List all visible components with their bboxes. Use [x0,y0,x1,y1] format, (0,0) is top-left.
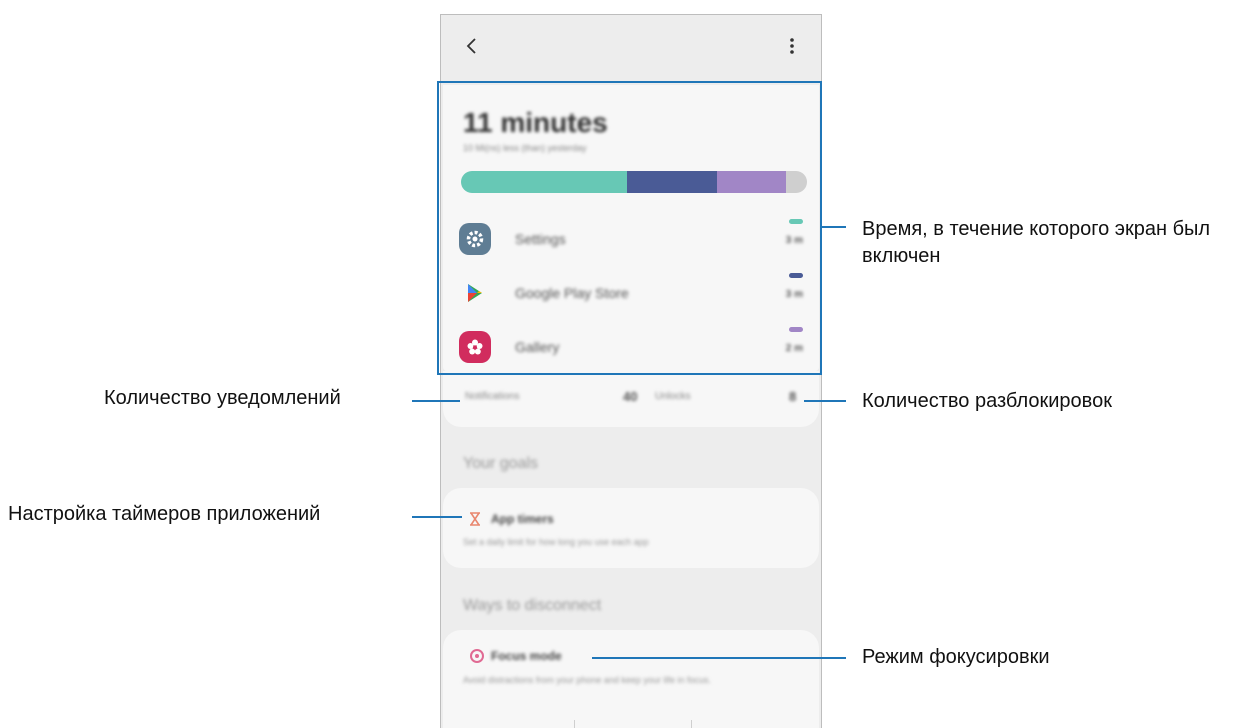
back-button[interactable] [459,33,485,59]
notifications-label: Notifications [465,391,520,402]
focus-mode-desc: Avoid distractions from your phone and k… [463,675,711,685]
goals-section-title: Your goals [463,455,539,472]
unlocks-value: 8 [789,389,797,404]
callout-line-focus-mode [592,657,846,659]
app-timers-card[interactable]: App timers Set a daily limit for how lon… [443,488,819,568]
callout-line-unlocks [804,400,846,402]
focus-mode-card[interactable]: Focus mode Avoid distractions from your … [443,630,819,728]
disconnect-section-title: Ways to disconnect [463,597,602,614]
app-timers-title: App timers [491,512,554,526]
annotation-notifications: Количество уведомлений [104,387,341,409]
focus-mode-title: Focus mode [491,649,562,663]
callout-line-notifications [412,400,460,402]
annotation-screen-time: Время, в течение которого экран был вклю… [862,218,1211,267]
hourglass-icon [469,512,481,531]
more-options-button[interactable] [781,33,803,59]
screen-time-highlight-box [437,81,822,375]
unlocks-label: Unlocks [655,391,691,402]
stats-card[interactable]: Notifications 40 Unlocks 8 [443,371,819,427]
chevron-left-icon [466,38,476,54]
annotation-focus-mode: Режим фокусировки [862,646,1050,668]
more-vertical-icon [790,38,794,54]
annotation-unlocks: Количество разблокировок [862,390,1112,412]
focus-target-icon [469,648,485,669]
callout-line-app-timers [412,516,462,518]
annotation-app-timers: Настройка таймеров приложений [8,503,321,525]
app-bar [441,15,821,81]
callout-line-screen-time [820,226,846,228]
app-timers-desc: Set a daily limit for how long you use e… [463,537,649,547]
notifications-value: 40 [623,389,638,404]
